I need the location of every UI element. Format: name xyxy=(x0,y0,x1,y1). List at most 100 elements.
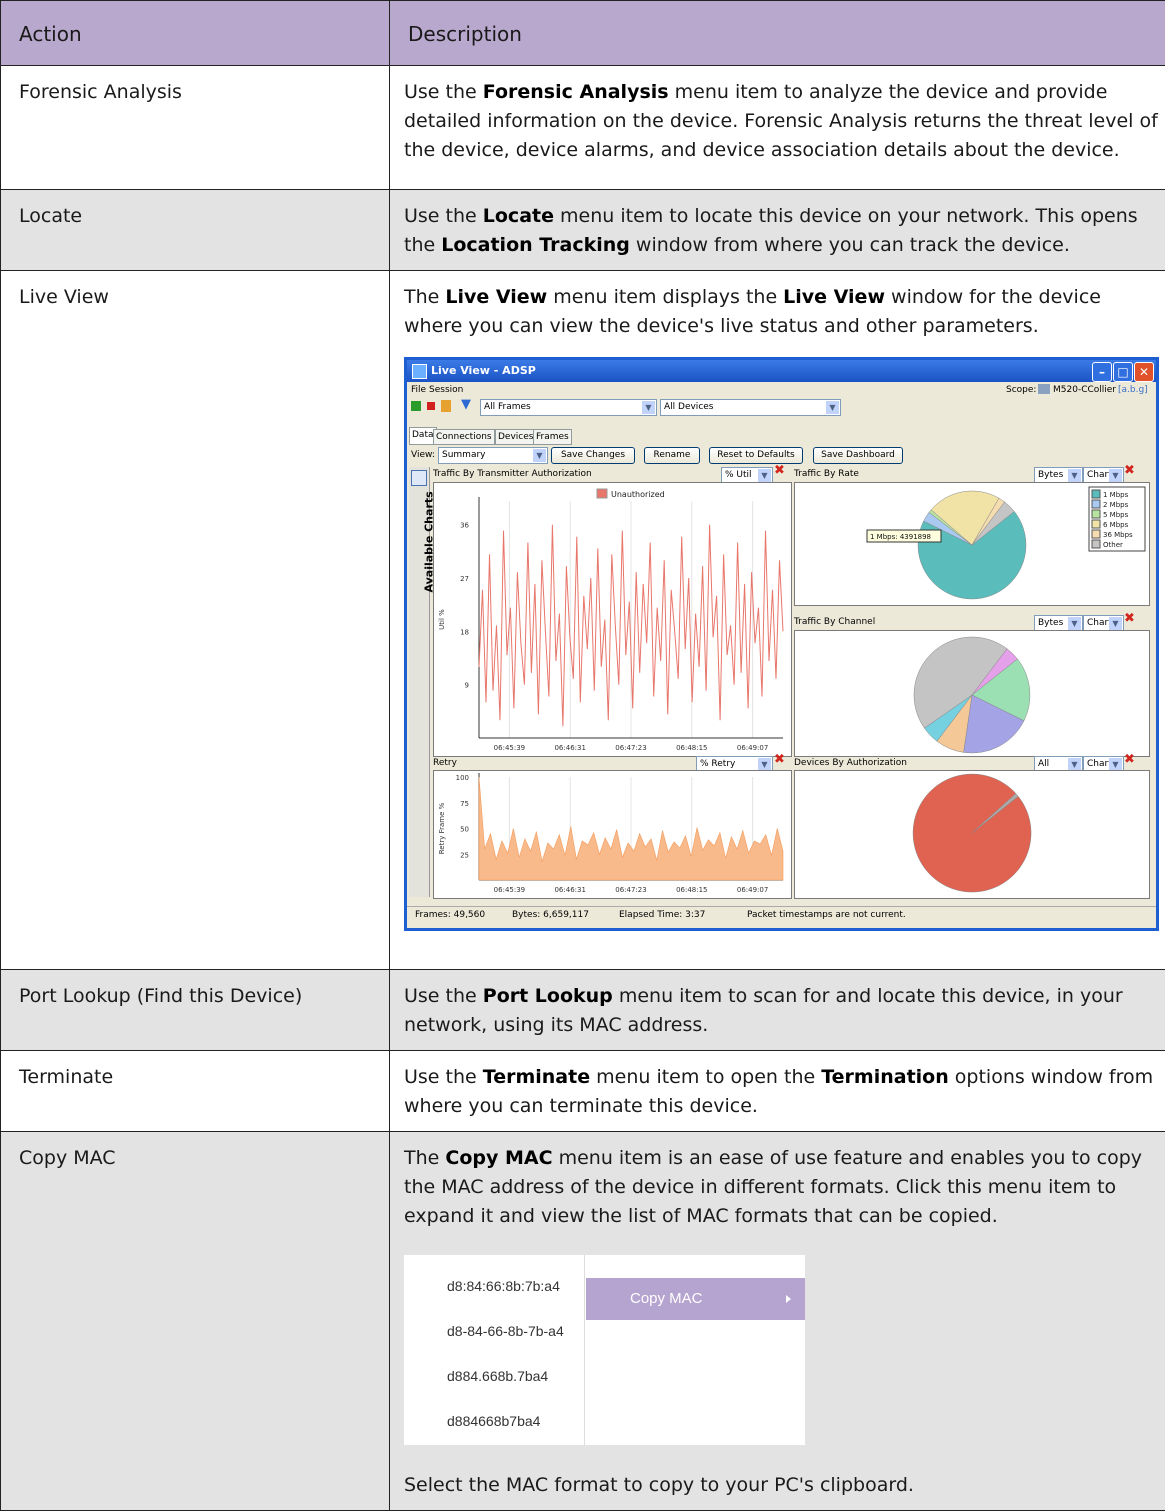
live-view-window: Live View - ADSP – □ ✕ File Session Scop… xyxy=(404,357,1159,931)
legend-swatch xyxy=(1092,510,1100,518)
chart-title-traffic-by-auth: Traffic By Transmitter Authorization xyxy=(433,469,592,480)
chevron-down-icon: ▼ xyxy=(826,401,839,414)
rename-button[interactable]: Rename xyxy=(644,447,700,464)
chart-title-traffic-by-channel: Traffic By Channel xyxy=(794,617,875,628)
description-terminate: Use the Terminate menu item to open the … xyxy=(390,1051,1165,1131)
remove-chart-icon[interactable]: ✖ xyxy=(1124,465,1135,476)
menu-file[interactable]: File xyxy=(411,385,426,396)
x-tick-label: 06:45:39 xyxy=(494,886,525,894)
close-icon[interactable]: ✕ xyxy=(1134,362,1154,382)
stop-icon[interactable] xyxy=(427,402,435,410)
chart-traffic-by-rate: 1 Mbps2 Mbps5 Mbps6 Mbps36 MbpsOther1 Mb… xyxy=(794,482,1150,606)
status-bytes: Bytes: 6,659,117 xyxy=(512,910,589,921)
x-tick-label: 06:48:15 xyxy=(676,744,707,752)
charts-panel-icon[interactable] xyxy=(411,470,427,486)
table-row: Locate Use the Locate menu item to locat… xyxy=(1,190,1165,271)
action-terminate: Terminate xyxy=(1,1051,389,1102)
legend-swatch xyxy=(1092,520,1100,528)
y-tick-label: 18 xyxy=(460,628,469,636)
lock-icon[interactable] xyxy=(441,400,451,412)
table-row: Copy MAC The Copy MAC menu item is an ea… xyxy=(1,1132,1165,1511)
mac-format-list: d8:84:66:8b:7b:a4 d8-84-66-8b-7b-a4 d884… xyxy=(404,1255,585,1445)
tab-devices[interactable]: Devices xyxy=(495,429,536,445)
legend-swatch xyxy=(1092,490,1100,498)
chart-title-retry: Retry xyxy=(433,758,457,769)
x-tick-label: 06:45:39 xyxy=(494,744,525,752)
x-tick-label: 06:46:31 xyxy=(554,886,585,894)
chart-traffic-by-channel xyxy=(794,630,1150,757)
reset-defaults-button[interactable]: Reset to Defaults xyxy=(709,447,803,464)
mac-format-colon[interactable]: d8:84:66:8b:7b:a4 xyxy=(447,1272,560,1301)
mac-format-plain[interactable]: d884668b7ba4 xyxy=(447,1407,540,1436)
table-row: Terminate Use the Terminate menu item to… xyxy=(1,1051,1165,1132)
y-tick-label: 36 xyxy=(460,522,469,530)
filter-icon[interactable]: ▼ xyxy=(461,399,471,410)
x-tick-label: 06:47:23 xyxy=(615,886,646,894)
table-row: Live View The Live View menu item displa… xyxy=(1,271,1165,970)
status-frames: Frames: 49,560 xyxy=(415,910,485,921)
chart-devices-by-auth xyxy=(794,770,1150,899)
pie-chart: 1 Mbps2 Mbps5 Mbps6 Mbps36 MbpsOther1 Mb… xyxy=(795,483,1149,605)
action-live-view: Live View xyxy=(1,271,389,322)
app-icon xyxy=(412,364,427,379)
copy-mac-after-text: Select the MAC format to copy to your PC… xyxy=(404,1471,1159,1500)
copy-mac-menu-item[interactable]: Copy MAC xyxy=(586,1278,805,1320)
line-chart: 06:45:39 06:46:31 06:47:23 06:48:15 06:49:07… xyxy=(434,483,791,756)
chevron-down-icon: ▼ xyxy=(533,449,546,462)
chart-traffic-by-auth: 06:45:39 06:46:31 06:47:23 06:48:15 06:49:07… xyxy=(433,482,792,757)
view-select[interactable]: Summary▼ xyxy=(438,447,548,464)
description-locate: Use the Locate menu item to locate this … xyxy=(390,190,1165,270)
x-tick-label: 06:46:31 xyxy=(554,744,585,752)
action-copy-mac: Copy MAC xyxy=(1,1132,389,1183)
mac-format-dot[interactable]: d884.668b.7ba4 xyxy=(447,1362,548,1391)
status-elapsed: Elapsed Time: 3:37 xyxy=(619,910,705,921)
y-axis-label: Util % xyxy=(438,609,446,630)
x-tick-label: 06:49:07 xyxy=(737,744,768,752)
y-tick-label: 9 xyxy=(465,682,469,690)
y-tick-label: 25 xyxy=(460,851,469,859)
table-row: Port Lookup (Find this Device) Use the P… xyxy=(1,970,1165,1051)
chart-retry: 06:45:3906:46:3106:47:2306:48:1506:49:07… xyxy=(433,770,792,899)
action-forensic-analysis: Forensic Analysis xyxy=(1,66,389,117)
tab-connections[interactable]: Connections xyxy=(433,429,495,445)
y-axis-label: Retry Frame % xyxy=(438,802,446,854)
devices-filter-select[interactable]: All Devices▼ xyxy=(660,399,841,416)
remove-chart-icon[interactable]: ✖ xyxy=(1124,754,1135,765)
col-header-action: Action xyxy=(1,1,390,66)
legend-swatch xyxy=(1092,530,1100,538)
play-icon[interactable] xyxy=(411,401,421,411)
table-row: Forensic Analysis Use the Forensic Analy… xyxy=(1,66,1165,190)
save-dashboard-button[interactable]: Save Dashboard xyxy=(813,447,903,464)
scope-label: Scope: xyxy=(1006,385,1036,396)
legend-label: 6 Mbps xyxy=(1103,521,1129,529)
scope-value[interactable]: M520-CCollier xyxy=(1053,385,1116,396)
y-tick-label: 27 xyxy=(460,575,469,583)
action-port-lookup: Port Lookup (Find this Device) xyxy=(1,970,389,1021)
menu-session[interactable]: Session xyxy=(429,385,463,396)
action-locate: Locate xyxy=(1,190,389,241)
legend-swatch xyxy=(597,489,607,498)
legend-label: Unauthorized xyxy=(611,490,665,499)
status-note: Packet timestamps are not current. xyxy=(747,910,906,921)
status-bar: Frames: 49,560 Bytes: 6,659,117 Elapsed … xyxy=(407,906,1156,923)
x-tick-label: 06:47:23 xyxy=(615,744,646,752)
frames-filter-select[interactable]: All Frames▼ xyxy=(480,399,657,416)
remove-chart-icon[interactable]: ✖ xyxy=(774,465,785,476)
chart-title-devices-by-auth: Devices By Authorization xyxy=(794,758,907,769)
view-label: View: xyxy=(411,450,435,461)
description-copy-mac: The Copy MAC menu item is an ease of use… xyxy=(390,1132,1165,1510)
maximize-icon[interactable]: □ xyxy=(1113,362,1133,382)
x-tick-label: 06:49:07 xyxy=(737,886,768,894)
tooltip-text: 1 Mbps: 4391898 xyxy=(870,533,931,541)
scope-icon xyxy=(1038,384,1050,394)
tab-frames[interactable]: Frames xyxy=(533,429,572,445)
legend-label: 36 Mbps xyxy=(1103,531,1133,539)
remove-chart-icon[interactable]: ✖ xyxy=(1124,613,1135,624)
save-changes-button[interactable]: Save Changes xyxy=(551,447,635,464)
minimize-icon[interactable]: – xyxy=(1092,362,1112,382)
remove-chart-icon[interactable]: ✖ xyxy=(774,754,785,765)
description-forensic-analysis: Use the Forensic Analysis menu item to a… xyxy=(390,66,1165,175)
description-live-view: The Live View menu item displays the Liv… xyxy=(390,271,1165,969)
available-charts-sidebar[interactable]: Available Charts xyxy=(409,467,430,897)
mac-format-dash[interactable]: d8-84-66-8b-7b-a4 xyxy=(447,1317,564,1346)
